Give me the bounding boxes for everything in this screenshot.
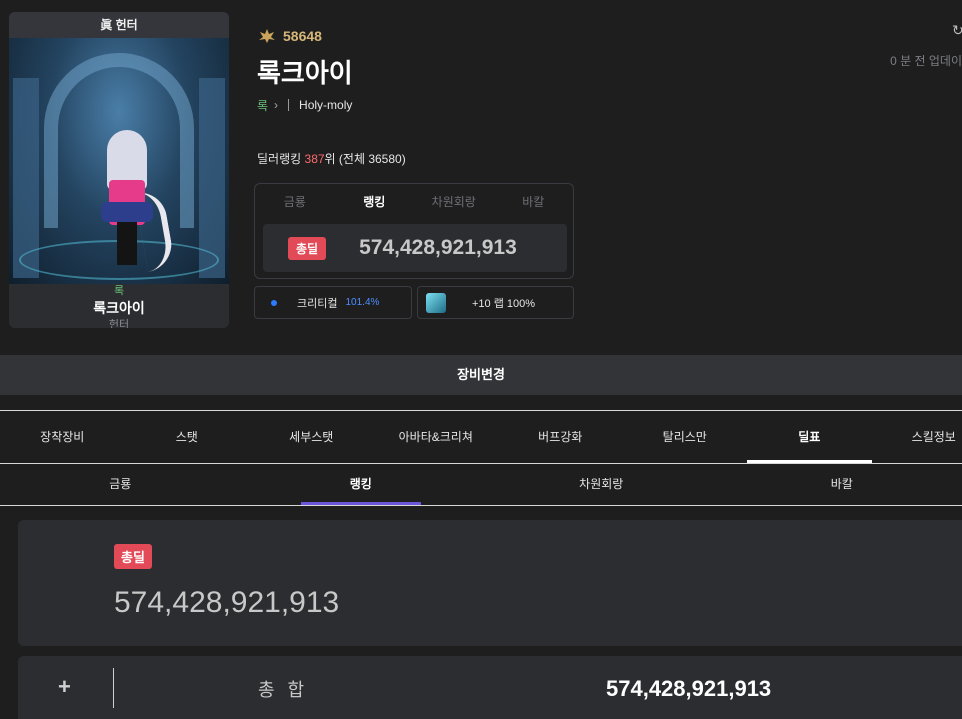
sum-value: 574,428,921,913 <box>606 676 772 701</box>
critical-stat: 크리티컬 101.4% <box>254 286 412 319</box>
tab-stats[interactable]: 스탯 <box>125 412 250 463</box>
character-job: 헌터 <box>108 319 130 328</box>
update-time: 0 분 전 업데이 <box>890 54 962 68</box>
rank-tab-bakal[interactable]: 바칼 <box>494 184 574 220</box>
profile-guild[interactable]: Holy-moly <box>299 98 352 112</box>
subtab-geumryong[interactable]: 금룡 <box>0 464 241 505</box>
character-portrait <box>9 38 229 284</box>
divider <box>0 410 962 411</box>
total-damage-value: 574,428,921,913 <box>114 586 340 619</box>
equipment-change-button[interactable]: 장비변경 <box>0 355 962 395</box>
character-title-tag: 眞 헌터 <box>9 12 229 38</box>
fame-icon <box>257 28 277 44</box>
tab-buff[interactable]: 버프강화 <box>498 412 623 463</box>
rank-total-value: 574,428,921,913 <box>359 236 517 259</box>
tab-talisman[interactable]: 탈리스만 <box>623 412 748 463</box>
profile-server[interactable]: 록 <box>257 97 268 114</box>
rank-summary-box: 금룡 랭킹 차원회랑 바칼 총딜 574,428,921,913 <box>254 183 574 279</box>
chevron-right-icon[interactable]: › <box>274 98 278 112</box>
critical-value: 101.4% <box>345 297 380 308</box>
gem-icon <box>426 292 446 313</box>
refresh-icon[interactable]: ↻ <box>952 22 962 38</box>
character-server: 록 <box>113 285 125 297</box>
level-text: +10 랩 100% <box>472 297 536 310</box>
expand-plus-icon[interactable]: + <box>58 674 71 700</box>
ranking-suffix: 위 (전체 36580) <box>324 152 406 166</box>
subtab-bakal[interactable]: 바칼 <box>722 464 962 505</box>
sub-tabs: 금룡 랭킹 차원회랑 바칼 <box>0 464 962 505</box>
total-damage-badge: 총딜 <box>114 544 152 569</box>
fame: 58648 <box>257 24 577 48</box>
sum-label: 총 합 <box>258 680 309 700</box>
character-card[interactable]: 眞 헌터 록 록크아이 헌터 <box>9 12 229 328</box>
ranking-label: 딜러랭킹 <box>257 152 302 166</box>
divider <box>288 99 290 111</box>
tab-damage-table[interactable]: 딜표 <box>747 412 872 463</box>
profile-name: 록크아이 <box>257 58 353 88</box>
tab-skill-info[interactable]: 스킬정보 <box>872 412 962 463</box>
divider <box>0 505 962 506</box>
divider <box>113 668 114 708</box>
rank-tab-ranking[interactable]: 랭킹 <box>335 184 415 220</box>
level-stat: +10 랩 100% <box>417 286 574 319</box>
fame-value: 58648 <box>283 28 322 44</box>
profile-section: 眞 헌터 록 록크아이 헌터 58648 록크아이 록 › Holy-moly … <box>0 0 962 342</box>
ranking-rank: 387 <box>304 152 325 166</box>
subtab-ranking[interactable]: 랭킹 <box>241 464 482 505</box>
subtab-dimension[interactable]: 차원회랑 <box>481 464 722 505</box>
total-damage-badge: 총딜 <box>288 236 327 260</box>
sum-row[interactable]: + 총 합 574,428,921,913 <box>18 656 962 719</box>
character-name: 록크아이 <box>93 300 145 316</box>
rank-tab-dimension[interactable]: 차원회랑 <box>414 184 494 220</box>
tab-avatar-creature[interactable]: 아바타&크리쳐 <box>374 412 499 463</box>
rank-tab-geumryong[interactable]: 금룡 <box>255 184 335 220</box>
total-damage-card: 총딜 574,428,921,913 <box>18 520 962 646</box>
profile-info: 58648 록크아이 록 › Holy-moly <box>257 24 577 114</box>
dealer-ranking: 딜러랭킹 387위 (전체 36580) <box>257 150 406 167</box>
critical-dot-icon <box>271 299 277 306</box>
critical-label: 크리티컬 <box>297 297 338 310</box>
tab-detail-stats[interactable]: 세부스탯 <box>249 412 374 463</box>
tab-equipment[interactable]: 장착장비 <box>0 412 125 463</box>
main-tabs: 장착장비 스탯 세부스탯 아바타&크리쳐 버프강화 탈리스만 딜표 스킬정보 <box>0 412 962 463</box>
